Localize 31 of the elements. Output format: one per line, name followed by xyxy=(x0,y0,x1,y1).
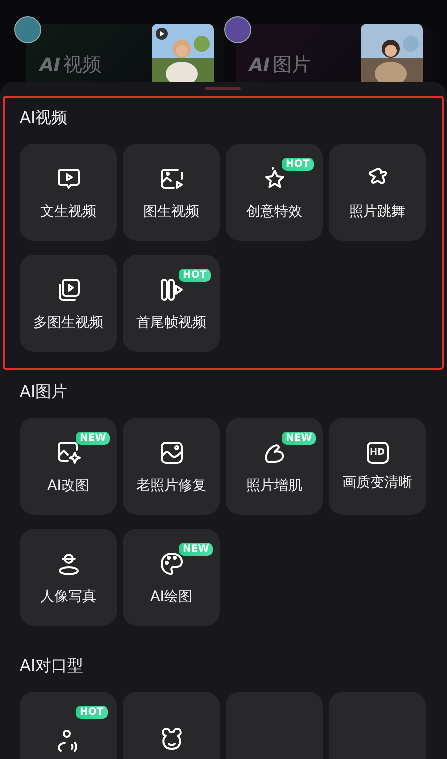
section-title: AI对口型 xyxy=(20,656,85,677)
tool-tile[interactable]: HD 画质变清晰 xyxy=(329,418,426,515)
tag: NEW xyxy=(179,543,214,556)
tool-tile[interactable]: HOT 首尾帧视频 xyxy=(123,255,220,352)
tag: HOT xyxy=(76,706,108,719)
tag: HOT xyxy=(282,158,314,171)
tag: NEW xyxy=(282,432,316,445)
tool-tile[interactable]: 多图生视频 xyxy=(20,255,117,352)
tag: NEW xyxy=(76,432,110,445)
tool-tile[interactable]: HOT 创意特效 xyxy=(226,144,323,241)
tag: HOT xyxy=(179,269,211,282)
section-title: AI视频 xyxy=(20,108,69,129)
feature-card[interactable]: AI视频 xyxy=(26,24,224,82)
orb-icon xyxy=(14,16,42,44)
feature-card[interactable]: AI 图片 xyxy=(236,24,433,82)
tool-tile[interactable]: NEW AI改图 xyxy=(20,418,117,515)
card-title: 图片 xyxy=(273,53,312,78)
hd-icon: HD xyxy=(366,442,388,464)
ai-logo: AI xyxy=(40,54,61,76)
tool-tile[interactable]: 文生视频 xyxy=(20,144,117,241)
tool-tile[interactable]: 人像写真 xyxy=(20,529,117,626)
tool-tile[interactable]: NEW 照片增肌 xyxy=(226,418,323,515)
tool-tile[interactable]: 照片跳舞 xyxy=(329,144,426,241)
tool-tile[interactable]: 图生视频 xyxy=(123,144,220,241)
tool-tile[interactable]: 老照片修复 xyxy=(123,418,220,515)
ai-logo: AI xyxy=(250,54,270,76)
card-title: 视频 xyxy=(64,53,102,78)
orb-icon xyxy=(224,16,252,44)
tool-tile[interactable]: NEW AI绘图 xyxy=(123,529,220,626)
drag-handle[interactable] xyxy=(205,87,241,90)
section-title: AI图片 xyxy=(20,382,69,403)
